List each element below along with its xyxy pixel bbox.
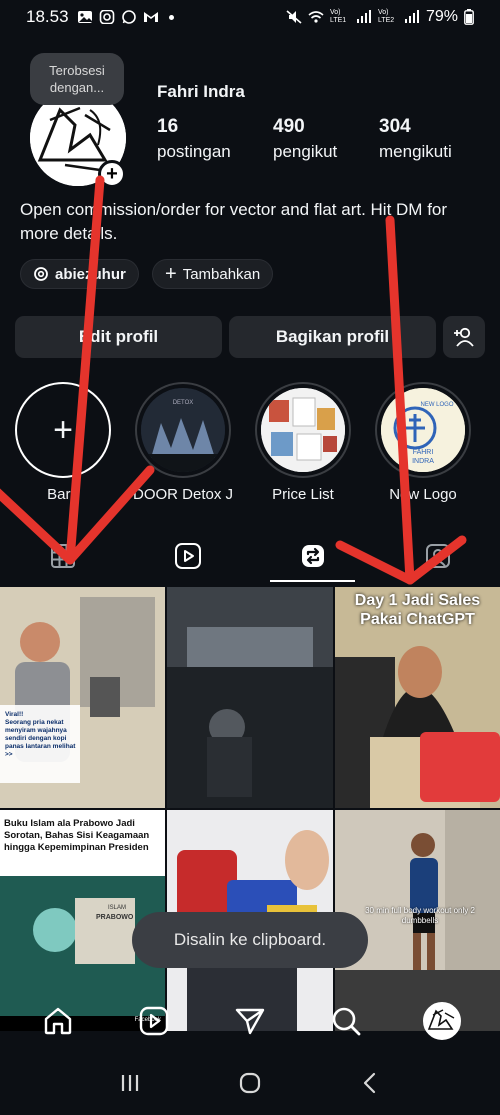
highlight-label: New Logo xyxy=(389,486,457,503)
wifi-icon xyxy=(308,11,324,23)
network-label-1: Vo) LTE1 xyxy=(329,9,347,24)
followers-stat[interactable]: 490 pengikut xyxy=(273,116,337,162)
post-tile[interactable]: Viral!! Seorang pria nekat menyiram waja… xyxy=(0,587,165,808)
post-book-text: PRABOWO xyxy=(96,914,134,921)
highlight-price-list[interactable]: Price List xyxy=(253,382,353,503)
highlight-label: Baru xyxy=(47,486,79,503)
nav-messages[interactable] xyxy=(225,996,275,1046)
post-overlay-text: 30 min full body workout only 2 dumbbell… xyxy=(365,906,475,925)
detox-cover-text: DETOX xyxy=(173,400,194,406)
highlight-cover: NEW LOGO FAHRI INDRA xyxy=(381,388,465,472)
threads-icon xyxy=(34,267,48,281)
profile-name: Fahri Indra xyxy=(157,82,245,101)
nav-reels[interactable] xyxy=(129,996,179,1046)
highlight-label: Price List xyxy=(272,486,334,503)
post-tile[interactable] xyxy=(167,587,333,808)
system-nav-bar xyxy=(0,1055,500,1115)
post-headline: Buku Islam ala Prabowo Jadi Sorotan, Bah… xyxy=(4,818,150,853)
logo-cover-fahri: FAHRI xyxy=(413,449,434,456)
notification-dot-icon xyxy=(168,14,174,20)
tab-reposts[interactable] xyxy=(250,530,375,582)
mute-icon xyxy=(286,10,302,24)
recents-button[interactable] xyxy=(119,1072,141,1099)
following-stat[interactable]: 304 mengikuti xyxy=(379,116,452,162)
add-person-icon xyxy=(454,327,474,347)
highlight-new[interactable]: + Baru xyxy=(13,382,113,503)
repost-icon xyxy=(301,545,324,567)
edit-profile-button[interactable]: Edit profil xyxy=(15,316,222,358)
status-time: 18.53 xyxy=(26,7,69,26)
recents-icon xyxy=(121,1074,138,1091)
gallery-icon xyxy=(77,11,92,23)
signal-icon xyxy=(404,10,419,23)
highlight-cover: DETOX xyxy=(141,388,225,472)
back-button[interactable] xyxy=(359,1072,381,1099)
nav-profile[interactable] xyxy=(417,996,467,1046)
add-story-icon[interactable]: + xyxy=(98,160,126,188)
status-bar: 18.53 Vo) LTE1 Vo) LTE2 79% xyxy=(0,0,500,34)
post-thumbnail xyxy=(167,587,333,808)
highlight-cover xyxy=(261,388,345,472)
reels-icon xyxy=(139,1006,169,1036)
home-circle-icon xyxy=(239,1072,261,1093)
note-bubble[interactable]: Terobsesi dengan... xyxy=(30,53,124,105)
send-icon xyxy=(235,1008,265,1035)
battery-icon xyxy=(464,9,474,25)
profile-tabs xyxy=(0,530,500,582)
battery-percent: 79% xyxy=(425,8,458,25)
gmail-icon xyxy=(143,12,158,22)
tab-reels[interactable] xyxy=(125,530,250,582)
share-profile-button[interactable]: Bagikan profil xyxy=(229,316,436,358)
post-overlay-text: Day 1 Jadi Sales Pakai ChatGPT xyxy=(354,592,481,628)
nav-search[interactable] xyxy=(321,996,371,1046)
posts-stat[interactable]: 16 postingan xyxy=(157,116,231,162)
post-caption-title: Viral!! xyxy=(5,711,24,718)
add-link-chip[interactable]: + Tambahkan xyxy=(152,259,274,289)
logo-cover-indra: INDRA xyxy=(412,458,434,465)
home-icon xyxy=(44,1007,72,1035)
signal-icon xyxy=(356,10,371,23)
add-link-label: Tambahkan xyxy=(182,265,261,283)
search-icon xyxy=(332,1007,361,1036)
reels-icon xyxy=(174,543,201,569)
plus-icon: + xyxy=(53,410,73,449)
following-label: mengikuti xyxy=(379,142,452,161)
following-count: 304 xyxy=(379,116,411,137)
profile-bio: Open commission/order for vector and fla… xyxy=(20,200,448,243)
post-tile[interactable]: Day 1 Jadi Sales Pakai ChatGPT xyxy=(335,587,500,808)
highlight-new-logo[interactable]: NEW LOGO FAHRI INDRA New Logo xyxy=(373,382,473,503)
posts-label: postingan xyxy=(157,142,231,161)
tagged-icon xyxy=(425,544,450,568)
threads-handle: abiezuhur xyxy=(55,265,126,283)
threads-link-chip[interactable]: abiezuhur xyxy=(20,259,139,289)
followers-label: pengikut xyxy=(273,142,338,161)
profile-avatar xyxy=(423,1002,461,1040)
highlight-label: DOOR Detox JK... xyxy=(133,486,233,503)
discover-people-button[interactable] xyxy=(443,316,485,358)
home-system-button[interactable] xyxy=(238,1071,262,1100)
network-label-2: Vo) LTE2 xyxy=(377,9,395,24)
whatsapp-icon xyxy=(121,10,136,24)
posts-count: 16 xyxy=(157,116,179,137)
nav-home[interactable] xyxy=(33,996,83,1046)
post-book-text: ISLAM xyxy=(108,905,127,911)
clipboard-toast: Disalin ke clipboard. xyxy=(132,912,368,968)
followers-count: 490 xyxy=(273,116,305,137)
instagram-icon xyxy=(99,10,114,24)
active-tab-indicator xyxy=(270,580,355,582)
post-thumbnail xyxy=(0,587,165,808)
plus-icon: + xyxy=(165,263,177,285)
logo-cover-top: NEW LOGO xyxy=(420,402,453,408)
tab-tagged[interactable] xyxy=(375,530,500,582)
post-caption: Seorang pria nekat menyiram wajahnya sen… xyxy=(5,719,76,758)
back-icon xyxy=(364,1072,376,1093)
bottom-nav xyxy=(0,996,500,1046)
tab-grid[interactable] xyxy=(0,530,125,582)
grid-icon xyxy=(50,544,75,568)
highlight-detox[interactable]: DETOX DOOR Detox JK... xyxy=(133,382,233,503)
